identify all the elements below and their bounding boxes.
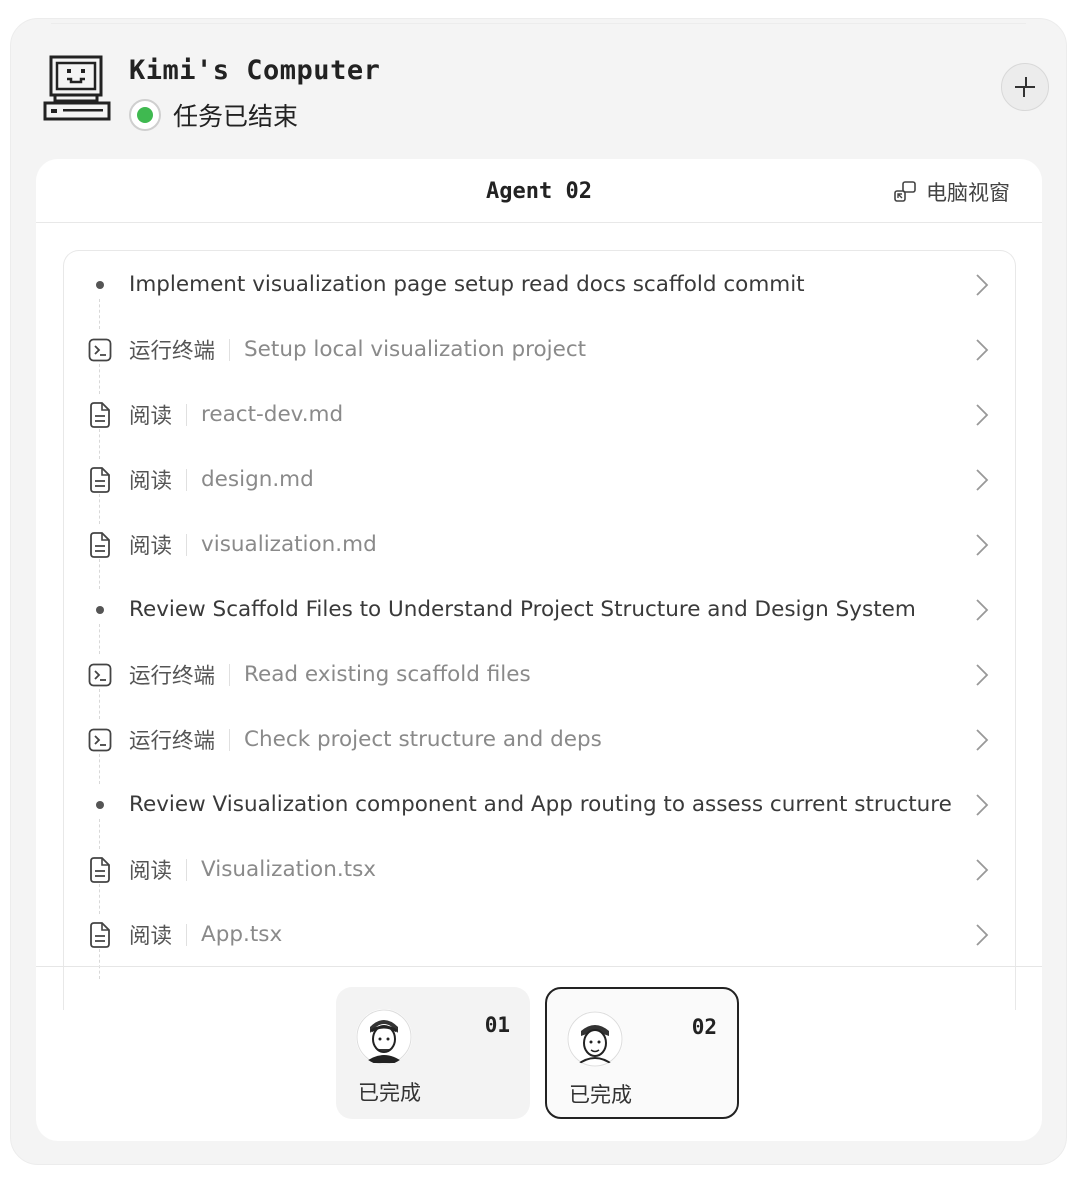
step-row[interactable]: 阅读 react-dev.md [64,382,1015,447]
agent-state: 已完成 [569,1083,632,1107]
step-action: 阅读 [129,469,173,494]
step-detail: Read existing scaffold files [244,662,531,687]
window-icon [894,181,916,202]
document-icon [87,921,113,948]
separator [186,403,188,426]
step-content: Implement visualization page setup read … [129,272,805,297]
status-indicator [129,99,161,131]
collapse-icon [1015,77,1035,97]
retro-computer-icon [43,55,111,121]
chevron-right-icon[interactable] [975,338,989,362]
chevron-right-icon[interactable] [975,468,989,492]
step-content: 阅读 Visualization.tsx [129,854,376,885]
step-row[interactable]: 运行终端 Read existing scaffold files [64,642,1015,707]
separator [229,663,231,686]
step-title: Review Visualization component and App r… [129,792,952,817]
chevron-right-icon[interactable] [975,273,989,297]
separator [229,338,231,361]
panel-header: Kimi's Computer 任务已结束 [43,55,1049,135]
step-title: Review Scaffold Files to Understand Proj… [129,597,916,622]
agent-name: Agent 02 [486,179,592,204]
step-action: 运行终端 [129,729,216,754]
separator [186,468,188,491]
step-content: Review Scaffold Files to Understand Proj… [129,597,916,622]
agent-avatar [356,1009,412,1065]
chevron-right-icon[interactable] [975,403,989,427]
step-detail: Visualization.tsx [201,857,377,882]
agent-state: 已完成 [358,1081,421,1105]
status-text: 任务已结束 [173,102,299,131]
step-action: 阅读 [129,924,173,949]
window-title: Kimi's Computer [129,55,381,86]
document-icon [87,401,113,428]
step-title: Implement visualization page setup read … [129,272,805,297]
divider [36,966,1042,967]
bullet-dot [87,792,113,818]
agent-panel-header: Agent 02 电脑视窗 [36,159,1042,223]
chevron-right-icon[interactable] [975,663,989,687]
step-detail: Check project structure and deps [244,727,602,752]
step-list[interactable]: Implement visualization page setup read … [63,250,1016,1010]
chevron-right-icon[interactable] [975,728,989,752]
computer-view-label: 电脑视窗 [926,181,1010,205]
computer-view-link[interactable]: 电脑视窗 [894,177,1010,207]
step-detail: design.md [201,467,314,492]
step-detail: visualization.md [201,532,377,557]
step-row[interactable]: 阅读 App.tsx [64,902,1015,967]
agent-panel: Agent 02 电脑视窗 Implement visualization pa… [36,159,1042,1141]
divider [51,23,1026,24]
step-content: 运行终端 Check project structure and deps [129,724,602,755]
separator [229,728,231,751]
terminal-icon [87,337,113,363]
agent-card-02[interactable]: 02 已完成 [545,987,739,1119]
collapse-button[interactable] [1001,63,1049,111]
document-icon [87,466,113,493]
agent-number: 02 [691,1015,717,1039]
computer-panel: Kimi's Computer 任务已结束 Agent 02 电脑视窗 Impl… [10,18,1067,1165]
step-content: 阅读 react-dev.md [129,399,343,430]
step-detail: Setup local visualization project [244,337,587,362]
chevron-right-icon[interactable] [975,598,989,622]
step-row[interactable]: 阅读 visualization.md [64,512,1015,577]
step-group-row[interactable]: Implement visualization page setup read … [64,252,1015,317]
step-detail: react-dev.md [201,402,344,427]
step-action: 运行终端 [129,664,216,689]
document-icon [87,531,113,558]
step-action: 运行终端 [129,339,216,364]
separator [186,858,188,881]
step-row[interactable]: 阅读 Visualization.tsx [64,837,1015,902]
chevron-right-icon[interactable] [975,793,989,817]
step-content: 阅读 visualization.md [129,529,377,560]
step-content: 运行终端 Setup local visualization project [129,334,586,365]
bullet-dot [87,272,113,298]
step-row[interactable]: 运行终端 Check project structure and deps [64,707,1015,772]
step-content: Review Visualization component and App r… [129,792,952,817]
step-detail: App.tsx [201,922,283,947]
document-icon [87,856,113,883]
separator [186,923,188,946]
task-status: 任务已结束 [129,97,298,133]
step-group-row[interactable]: Review Scaffold Files to Understand Proj… [64,577,1015,642]
step-row[interactable]: 阅读 design.md [64,447,1015,512]
step-action: 阅读 [129,859,173,884]
step-row[interactable]: 运行终端 Setup local visualization project [64,317,1015,382]
chevron-right-icon[interactable] [975,858,989,882]
separator [186,533,188,556]
agent-card-01[interactable]: 01 已完成 [336,987,530,1119]
bullet-dot [87,597,113,623]
step-content: 阅读 design.md [129,464,314,495]
agent-number: 01 [484,1013,510,1037]
chevron-right-icon[interactable] [975,923,989,947]
step-content: 运行终端 Read existing scaffold files [129,659,531,690]
terminal-icon [87,727,113,753]
step-action: 阅读 [129,404,173,429]
chevron-right-icon[interactable] [975,533,989,557]
terminal-icon [87,662,113,688]
step-group-row[interactable]: Review Visualization component and App r… [64,772,1015,837]
step-content: 阅读 App.tsx [129,919,282,950]
agent-avatar [567,1011,623,1067]
step-action: 阅读 [129,534,173,559]
